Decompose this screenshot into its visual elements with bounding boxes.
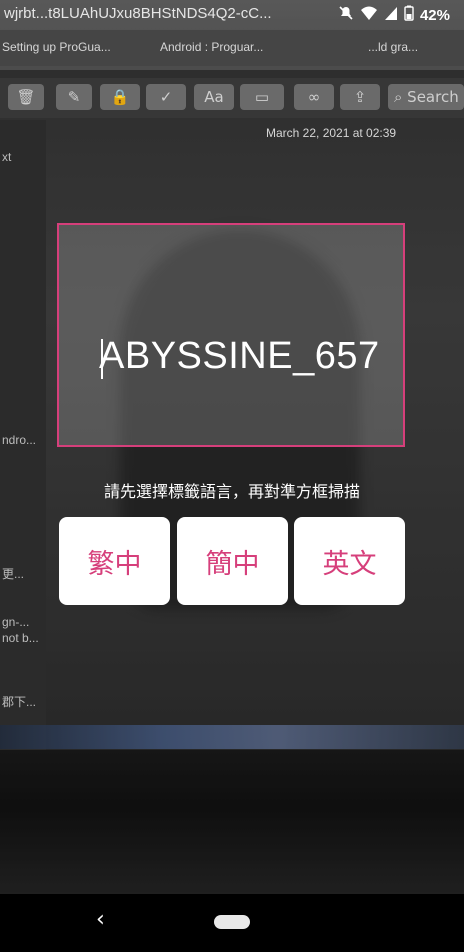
- preview-search-placeholder: Search: [407, 88, 459, 106]
- status-bar: wjrbt...t8LUAhUJxu8BHStNDS4Q2-cC... 42%: [0, 0, 464, 30]
- preview-side-item: not b...: [2, 631, 39, 645]
- recognized-text: ABYSSINE_657: [99, 335, 380, 377]
- mute-icon: [338, 5, 354, 25]
- preview-check-icon: ✓: [146, 84, 186, 110]
- preview-share-icon: ⇪: [340, 84, 380, 110]
- preview-side-item: xt: [2, 150, 12, 164]
- signal-icon: [384, 5, 398, 25]
- preview-trash-icon: 🗑: [8, 84, 44, 110]
- preview-font-icon: Aa: [194, 84, 234, 110]
- battery-icon: [404, 5, 414, 25]
- preview-side-item: 更...: [2, 567, 25, 581]
- camera-preview: Setting up ProGua... Android : Proguar..…: [0, 0, 464, 894]
- preview-lock-icon: 🔒: [100, 84, 140, 110]
- status-icons: 42%: [338, 5, 450, 25]
- preview-side-item: 郡下...: [2, 695, 37, 709]
- preview-side-item: gn-...: [2, 615, 30, 629]
- language-english-button[interactable]: 英文: [294, 517, 405, 605]
- scan-frame: ABYSSINE_657: [57, 223, 405, 447]
- chevron-left-icon[interactable]: ‹: [96, 907, 105, 932]
- preview-media-icon: ▭: [240, 84, 284, 110]
- wifi-icon: [360, 5, 378, 25]
- home-pill-icon[interactable]: [214, 915, 250, 929]
- scan-instruction: 請先選擇標籤語言，再對準方框掃描: [103, 482, 360, 501]
- language-traditional-chinese-button[interactable]: 繁中: [59, 517, 170, 605]
- preview-compose-icon: ✎: [56, 84, 92, 110]
- preview-date: March 22, 2021 at 02:39: [266, 126, 397, 140]
- preview-tab-3: ...ld gra...: [368, 40, 419, 54]
- notification-ticker: wjrbt...t8LUAhUJxu8BHStNDS4Q2-cC...: [4, 5, 272, 22]
- preview-side-item: ndro...: [2, 433, 37, 447]
- preview-tab-2: Android : Proguar...: [160, 40, 264, 54]
- preview-search-field: ⌕ Search: [388, 84, 464, 110]
- language-simplified-chinese-button[interactable]: 簡中: [177, 517, 288, 605]
- battery-percent: 42%: [419, 6, 450, 24]
- navigation-bar: ‹: [0, 894, 464, 952]
- preview-tab-1: Setting up ProGua...: [2, 40, 111, 54]
- preview-link-icon: ∞: [294, 84, 334, 110]
